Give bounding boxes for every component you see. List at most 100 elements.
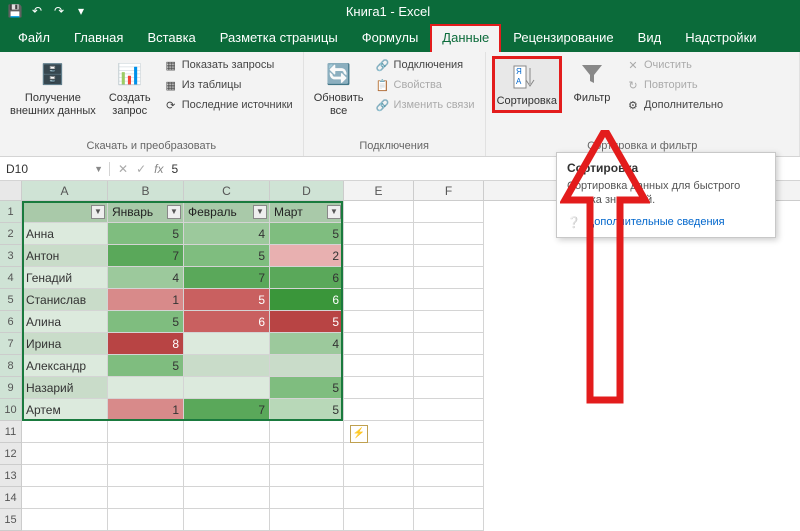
tab-review[interactable]: Рецензирование: [501, 24, 625, 52]
cell[interactable]: 5: [108, 223, 184, 245]
cell[interactable]: [184, 355, 270, 377]
row-header[interactable]: 10: [0, 399, 22, 421]
cell[interactable]: [414, 267, 484, 289]
cell[interactable]: [270, 355, 344, 377]
cell[interactable]: Ирина: [22, 333, 108, 355]
row-header[interactable]: 3: [0, 245, 22, 267]
cell[interactable]: [344, 399, 414, 421]
cell[interactable]: [414, 333, 484, 355]
qat-more-icon[interactable]: ▾: [74, 4, 88, 18]
formula-input[interactable]: 5: [171, 162, 178, 176]
cell[interactable]: 5: [270, 223, 344, 245]
cell[interactable]: [414, 289, 484, 311]
cell[interactable]: Назарий: [22, 377, 108, 399]
tab-formulas[interactable]: Формулы: [350, 24, 431, 52]
from-table-button[interactable]: ▦Из таблицы: [160, 76, 297, 94]
tooltip-help-link[interactable]: ❔Дополнительные сведения: [567, 216, 765, 229]
cell[interactable]: 7: [184, 399, 270, 421]
row-header[interactable]: 15: [0, 509, 22, 531]
row-header[interactable]: 1: [0, 201, 22, 223]
row-header[interactable]: 7: [0, 333, 22, 355]
quick-analysis-icon[interactable]: ⚡: [350, 425, 368, 443]
cell[interactable]: [184, 465, 270, 487]
cell[interactable]: [414, 487, 484, 509]
row-header[interactable]: 2: [0, 223, 22, 245]
col-header-c[interactable]: C: [184, 181, 270, 200]
cell[interactable]: [108, 377, 184, 399]
sort-button[interactable]: ЯА Сортировка: [492, 56, 562, 113]
cell[interactable]: Анна: [22, 223, 108, 245]
tab-insert[interactable]: Вставка: [135, 24, 207, 52]
cell[interactable]: [270, 487, 344, 509]
redo-icon[interactable]: ↷: [52, 4, 66, 18]
refresh-all-button[interactable]: 🔄 Обновить все: [310, 56, 368, 119]
tab-layout[interactable]: Разметка страницы: [208, 24, 350, 52]
cell[interactable]: [270, 465, 344, 487]
tab-view[interactable]: Вид: [626, 24, 674, 52]
cell[interactable]: [184, 421, 270, 443]
cell[interactable]: 5: [108, 311, 184, 333]
cell[interactable]: [414, 201, 484, 223]
connections-button[interactable]: 🔗Подключения: [372, 56, 479, 74]
cell[interactable]: [270, 421, 344, 443]
cell[interactable]: Алина: [22, 311, 108, 333]
recent-sources-button[interactable]: ⟳Последние источники: [160, 96, 297, 114]
cell[interactable]: [344, 201, 414, 223]
cell[interactable]: [22, 509, 108, 531]
cell[interactable]: [414, 509, 484, 531]
tab-addins[interactable]: Надстройки: [673, 24, 768, 52]
table-header-cell[interactable]: Январь▼: [108, 201, 184, 223]
new-query-button[interactable]: 📊 Создать запрос: [104, 56, 156, 119]
cell[interactable]: [108, 487, 184, 509]
table-header-cell[interactable]: Март▼: [270, 201, 344, 223]
col-header-d[interactable]: D: [270, 181, 344, 200]
cell[interactable]: Генадий: [22, 267, 108, 289]
cell[interactable]: [108, 509, 184, 531]
cell[interactable]: [414, 443, 484, 465]
cell[interactable]: Артем: [22, 399, 108, 421]
cell[interactable]: [414, 421, 484, 443]
row-header[interactable]: 12: [0, 443, 22, 465]
filter-dropdown-icon[interactable]: ▼: [91, 205, 105, 219]
col-header-f[interactable]: F: [414, 181, 484, 200]
row-header[interactable]: 11: [0, 421, 22, 443]
cell[interactable]: [108, 465, 184, 487]
cell[interactable]: [344, 443, 414, 465]
cell[interactable]: 5: [108, 355, 184, 377]
cell[interactable]: 5: [270, 399, 344, 421]
cell[interactable]: [22, 421, 108, 443]
cell[interactable]: 4: [270, 333, 344, 355]
select-all-corner[interactable]: [0, 181, 22, 200]
cell[interactable]: [344, 245, 414, 267]
show-queries-button[interactable]: ▦Показать запросы: [160, 56, 297, 74]
cell[interactable]: [414, 311, 484, 333]
table-header-cell[interactable]: ▼: [22, 201, 108, 223]
tab-home[interactable]: Главная: [62, 24, 135, 52]
cell[interactable]: Станислав: [22, 289, 108, 311]
properties-button[interactable]: 📋Свойства: [372, 76, 479, 94]
cell[interactable]: [414, 355, 484, 377]
cell[interactable]: 6: [184, 311, 270, 333]
cell[interactable]: 5: [270, 377, 344, 399]
cell[interactable]: [344, 377, 414, 399]
cell[interactable]: [270, 509, 344, 531]
col-header-b[interactable]: B: [108, 181, 184, 200]
cell[interactable]: 6: [270, 289, 344, 311]
cell[interactable]: 4: [184, 223, 270, 245]
cell[interactable]: [344, 267, 414, 289]
cell[interactable]: [184, 443, 270, 465]
cell[interactable]: 5: [184, 245, 270, 267]
cell[interactable]: [22, 443, 108, 465]
cell[interactable]: [108, 443, 184, 465]
cell[interactable]: [270, 443, 344, 465]
cell[interactable]: [344, 223, 414, 245]
cell[interactable]: [414, 245, 484, 267]
col-header-a[interactable]: A: [22, 181, 108, 200]
cell[interactable]: [22, 487, 108, 509]
cell[interactable]: [344, 289, 414, 311]
fx-icon[interactable]: fx: [154, 162, 163, 176]
cell[interactable]: [344, 311, 414, 333]
cell[interactable]: [184, 487, 270, 509]
name-box[interactable]: D10▼: [0, 162, 110, 176]
cell[interactable]: [344, 355, 414, 377]
